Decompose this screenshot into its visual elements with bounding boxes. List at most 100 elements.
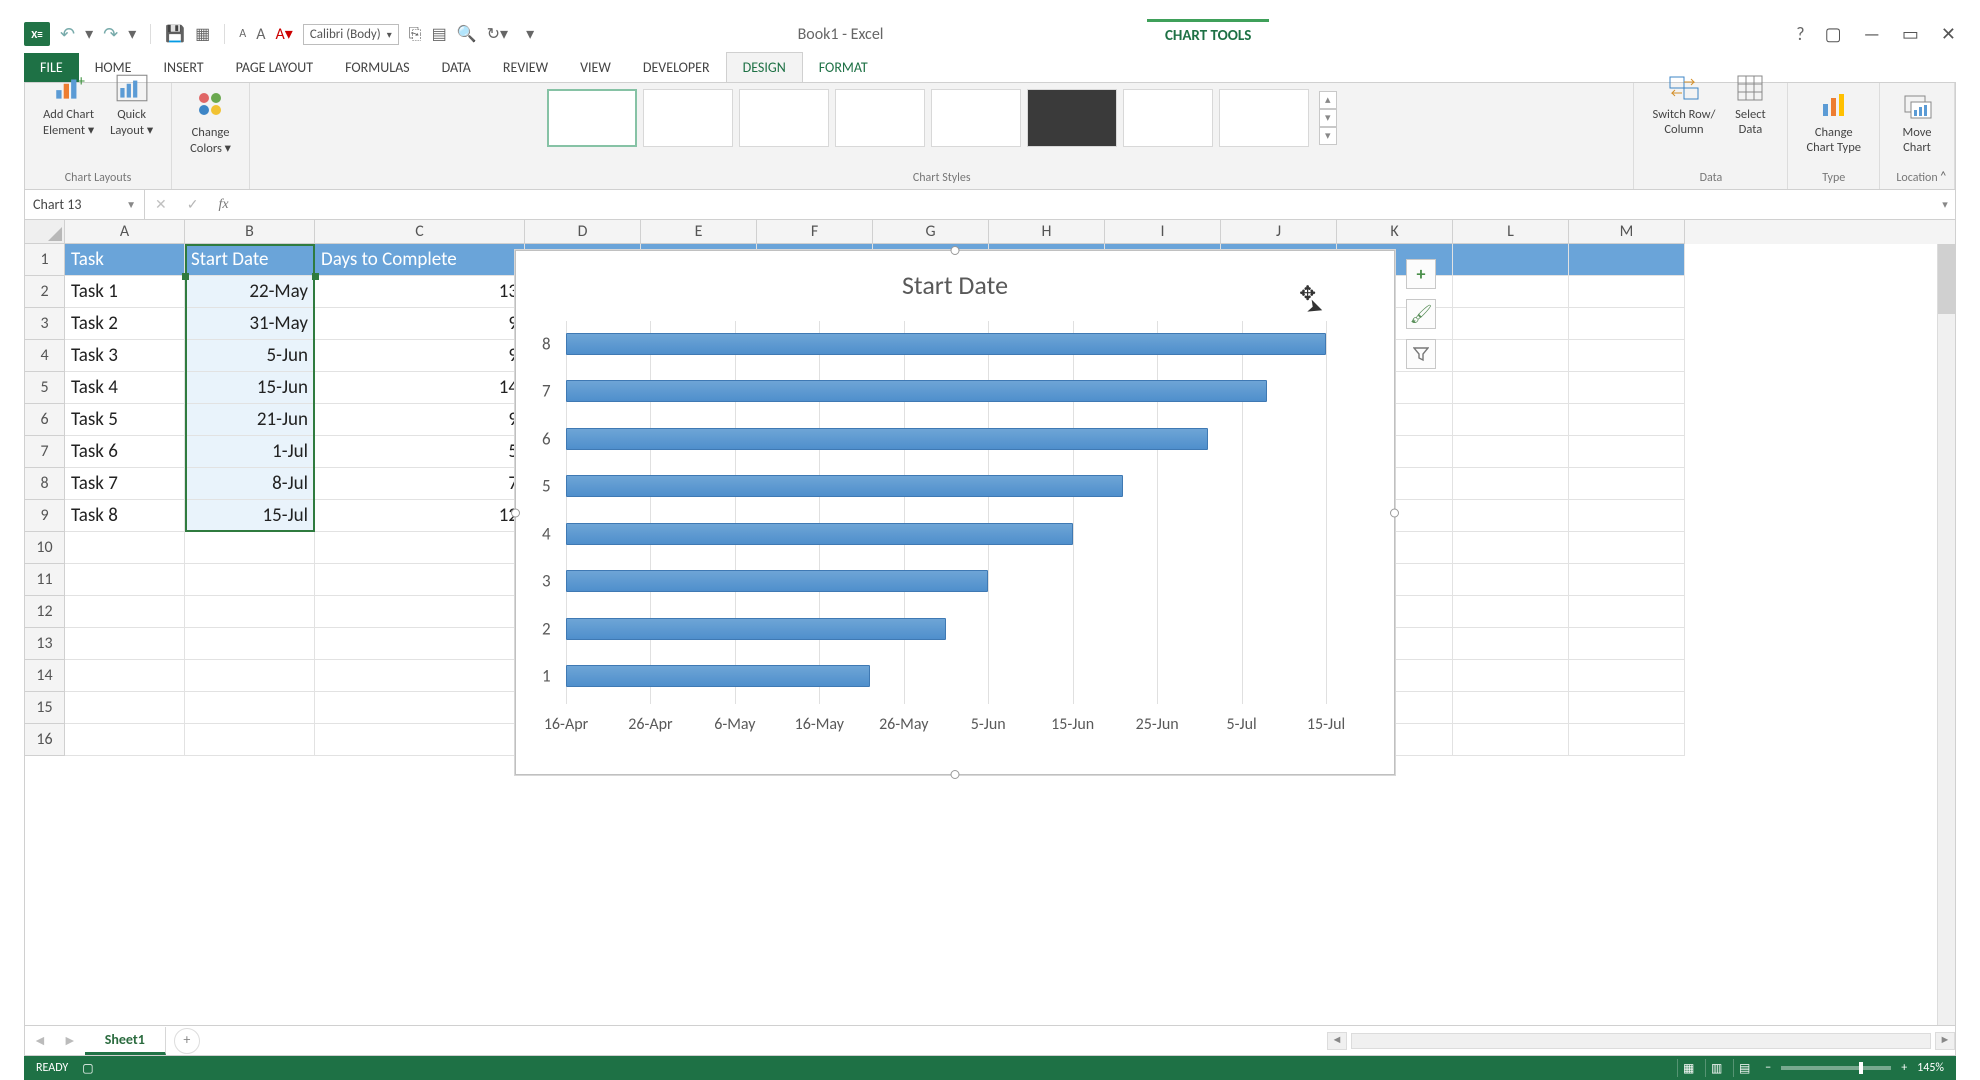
view-page-break[interactable]: ▤ <box>1733 1059 1755 1077</box>
change-colors-button[interactable]: Change Colors ▾ <box>184 89 237 156</box>
styles-scroll-down[interactable]: ▾ <box>1319 109 1337 127</box>
insert-function-button[interactable]: fx <box>208 197 238 213</box>
cell-M5[interactable] <box>1569 372 1685 404</box>
cell-L7[interactable] <box>1453 436 1569 468</box>
cell-M6[interactable] <box>1569 404 1685 436</box>
chart-bar[interactable] <box>566 428 1208 450</box>
row-header[interactable]: 12 <box>25 596 65 628</box>
chart-bar[interactable] <box>566 618 946 640</box>
zoom-level[interactable]: 145% <box>1917 1061 1944 1075</box>
cell-L9[interactable] <box>1453 500 1569 532</box>
qat-btn-2[interactable]: ⎘ <box>409 25 422 44</box>
cell-B6[interactable]: 21-Jun <box>185 404 315 436</box>
chart-style-5[interactable] <box>931 89 1021 147</box>
chart-filters-button[interactable] <box>1406 339 1436 369</box>
cell-L3[interactable] <box>1453 308 1569 340</box>
quick-layout-button[interactable]: Quick Layout ▾ <box>104 89 159 121</box>
cell-B2[interactable]: 22-May <box>185 276 315 308</box>
cell-M16[interactable] <box>1569 724 1685 756</box>
row-header[interactable]: 8 <box>25 468 65 500</box>
chart-bar[interactable] <box>566 570 988 592</box>
qat-btn-4[interactable]: 🔍 <box>457 24 477 44</box>
row-header[interactable]: 6 <box>25 404 65 436</box>
tab-page-layout[interactable]: PAGE LAYOUT <box>220 53 329 82</box>
cell-C6[interactable]: 9 <box>315 404 525 436</box>
undo-button[interactable]: ↶ <box>60 23 75 45</box>
cell-L10[interactable] <box>1453 532 1569 564</box>
font-picker[interactable]: Calibri (Body) ▾ <box>303 24 399 45</box>
col-header-H[interactable]: H <box>989 220 1105 244</box>
embedded-chart[interactable]: Start Date 16-Apr26-Apr6-May16-May26-May… <box>515 250 1395 775</box>
collapse-ribbon-button[interactable]: ˄ <box>1939 168 1947 185</box>
chart-resize-handle[interactable] <box>951 770 960 779</box>
qat-btn-5[interactable]: ↻▾ <box>487 24 508 44</box>
cell-M2[interactable] <box>1569 276 1685 308</box>
cell-C12[interactable] <box>315 596 525 628</box>
cell-M13[interactable] <box>1569 628 1685 660</box>
cell-A16[interactable] <box>65 724 185 756</box>
cell-L11[interactable] <box>1453 564 1569 596</box>
chart-bar[interactable] <box>566 665 870 687</box>
cell-M8[interactable] <box>1569 468 1685 500</box>
cell-B3[interactable]: 31-May <box>185 308 315 340</box>
cell-C13[interactable] <box>315 628 525 660</box>
chart-style-8[interactable] <box>1219 89 1309 147</box>
move-chart-button[interactable]: Move Chart <box>1892 89 1942 155</box>
formula-input[interactable] <box>239 190 1935 219</box>
sheet-nav-prev[interactable]: ◄ <box>25 1032 55 1049</box>
switch-row-column-button[interactable]: Switch Row/ Column <box>1646 89 1721 121</box>
col-header-F[interactable]: F <box>757 220 873 244</box>
row-header[interactable]: 1 <box>25 244 65 276</box>
chart-resize-handle[interactable] <box>951 246 960 255</box>
add-chart-element-button[interactable]: + Add Chart Element ▾ <box>37 89 100 121</box>
cell-B10[interactable] <box>185 532 315 564</box>
cell-M10[interactable] <box>1569 532 1685 564</box>
cell-C1[interactable]: Days to Complete <box>315 244 525 276</box>
row-header[interactable]: 15 <box>25 692 65 724</box>
cell-B13[interactable] <box>185 628 315 660</box>
cell-B11[interactable] <box>185 564 315 596</box>
cell-C15[interactable] <box>315 692 525 724</box>
cell-M9[interactable] <box>1569 500 1685 532</box>
chart-style-6[interactable] <box>1027 89 1117 147</box>
cell-C10[interactable] <box>315 532 525 564</box>
cell-A12[interactable] <box>65 596 185 628</box>
cell-B16[interactable] <box>185 724 315 756</box>
cell-L4[interactable] <box>1453 340 1569 372</box>
cell-C7[interactable]: 5 <box>315 436 525 468</box>
col-header-I[interactable]: I <box>1105 220 1221 244</box>
zoom-in-button[interactable]: + <box>1901 1061 1907 1075</box>
formula-bar-expand[interactable]: ▾ <box>1935 198 1955 211</box>
chart-bar[interactable] <box>566 380 1267 402</box>
font-size-increase[interactable]: A <box>256 25 265 44</box>
cell-B15[interactable] <box>185 692 315 724</box>
view-normal[interactable]: ▦ <box>1677 1059 1699 1077</box>
cell-L8[interactable] <box>1453 468 1569 500</box>
cell-M4[interactable] <box>1569 340 1685 372</box>
cell-C5[interactable]: 14 <box>315 372 525 404</box>
chart-resize-handle[interactable] <box>1390 508 1399 517</box>
col-header-M[interactable]: M <box>1569 220 1685 244</box>
chart-elements-button[interactable]: + <box>1406 259 1436 289</box>
col-header-C[interactable]: C <box>315 220 525 244</box>
row-header[interactable]: 13 <box>25 628 65 660</box>
row-header[interactable]: 11 <box>25 564 65 596</box>
cell-A10[interactable] <box>65 532 185 564</box>
cell-A14[interactable] <box>65 660 185 692</box>
cell-A1[interactable]: Task <box>65 244 185 276</box>
cell-C11[interactable] <box>315 564 525 596</box>
row-header[interactable]: 3 <box>25 308 65 340</box>
cell-A3[interactable]: Task 2 <box>65 308 185 340</box>
cell-A5[interactable]: Task 4 <box>65 372 185 404</box>
tab-data[interactable]: DATA <box>426 53 487 82</box>
cell-B5[interactable]: 15-Jun <box>185 372 315 404</box>
formula-enter-button[interactable]: ✓ <box>177 196 209 213</box>
vertical-scrollbar[interactable] <box>1937 244 1955 1025</box>
row-header[interactable]: 2 <box>25 276 65 308</box>
styles-scroll-up[interactable]: ▴ <box>1319 91 1337 109</box>
view-page-layout[interactable]: ▥ <box>1705 1059 1727 1077</box>
qat-customize[interactable]: ▾ <box>526 24 534 44</box>
macro-record-icon[interactable]: ▢ <box>82 1061 93 1076</box>
cell-B12[interactable] <box>185 596 315 628</box>
styles-expand[interactable]: ▾ <box>1319 127 1337 145</box>
